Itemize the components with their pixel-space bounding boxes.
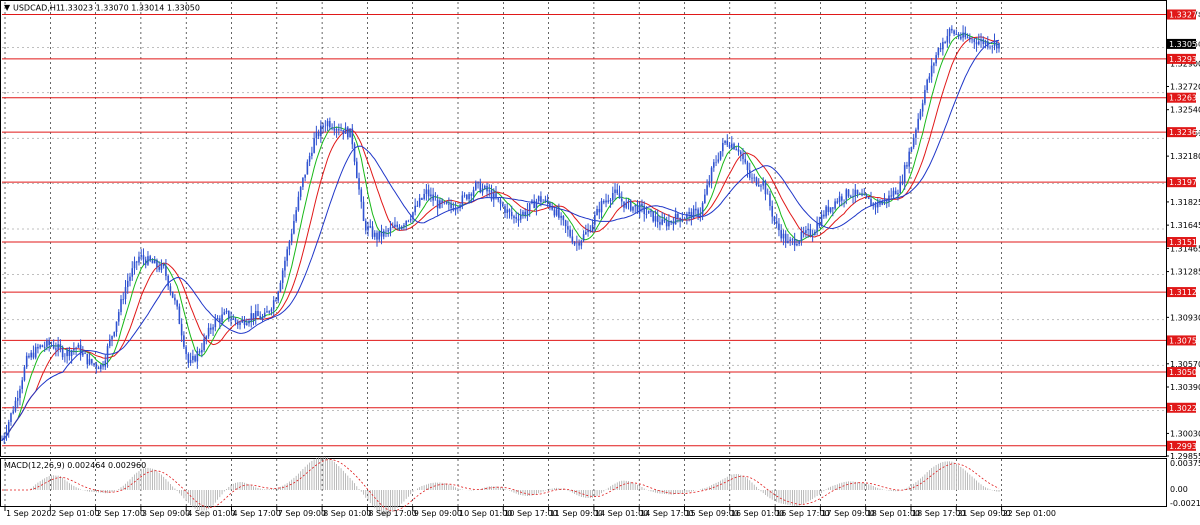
price-tick-label: 1.31645 <box>1170 221 1200 230</box>
price-tick-label: 1.30030 <box>1170 429 1200 438</box>
price-tick-label: 1.30390 <box>1170 383 1200 392</box>
price-tick-label: 1.31285 <box>1170 268 1200 277</box>
time-tick-label: 7 Sep 09:00 <box>278 509 326 518</box>
macd-scale-label: -0.002155 <box>1170 499 1200 508</box>
time-tick-label: 9 Sep 09:00 <box>414 509 462 518</box>
level-price-label: 1.30229 <box>1169 404 1200 413</box>
price-tick-label: 1.31825 <box>1170 198 1200 207</box>
level-price-label: 1.33278 <box>1169 11 1200 20</box>
time-tick-label: 2 Sep 01:00 <box>51 509 99 518</box>
price-chart[interactable]: 1.332781.330501.329001.327201.325401.323… <box>0 0 1200 523</box>
time-tick-label: 8 Sep 01:00 <box>323 509 371 518</box>
chart-frame <box>0 0 1167 457</box>
time-tick-label: 4 Sep 01:00 <box>187 509 235 518</box>
time-tick-label: 1 Sep 2020 <box>6 509 52 518</box>
chart-menu-arrow[interactable]: ▼ <box>4 3 11 12</box>
level-price-label: 1.31514 <box>1169 238 1200 247</box>
price-tick-label: 1.32720 <box>1170 82 1200 91</box>
price-tick-label: 1.32180 <box>1170 152 1200 161</box>
indicator-frame <box>0 458 1167 507</box>
level-price-label: 1.30751 <box>1169 336 1200 345</box>
price-axis: 1.332781.330501.329001.327201.325401.323… <box>1166 9 1200 508</box>
level-price-label: 1.32366 <box>1169 128 1200 137</box>
level-price-label: 1.29934 <box>1169 442 1200 451</box>
price-tick-label: 1.32540 <box>1170 106 1200 115</box>
current-price-label: 1.33050 <box>1169 40 1200 49</box>
time-tick-label: 22 Sep 01:00 <box>1003 509 1056 518</box>
level-price-label: 1.31126 <box>1169 288 1200 297</box>
level-price-label: 1.30506 <box>1169 368 1200 377</box>
level-price-label: 1.32934 <box>1169 55 1200 64</box>
time-tick-label: 3 Sep 09:00 <box>142 509 190 518</box>
symbol-label: USDCAD,H1 <box>13 4 61 13</box>
macd-scale-label: 0.00 <box>1170 485 1188 494</box>
price-tick-label: 1.30930 <box>1170 313 1200 322</box>
macd-label: MACD(12,26,9) 0.002464 0.002960 <box>4 461 146 470</box>
time-axis: 1 Sep 2020 2 Sep 01:002 Sep 17:003 Sep 09… <box>4 507 1056 518</box>
ohlc-label: 1.33023 1.33070 1.33014 1.33050 <box>60 4 200 13</box>
chart-window: 1.332781.330501.329001.327201.325401.323… <box>0 0 1200 523</box>
level-price-label: 1.31978 <box>1169 178 1200 187</box>
level-price-label: 1.32633 <box>1169 94 1200 103</box>
time-tick-label: 8 Sep 17:00 <box>368 509 416 518</box>
macd-scale-label: 0.003755 <box>1170 459 1200 468</box>
time-tick-label: 4 Sep 17:00 <box>233 509 281 518</box>
time-tick-label: 2 Sep 17:00 <box>97 509 145 518</box>
